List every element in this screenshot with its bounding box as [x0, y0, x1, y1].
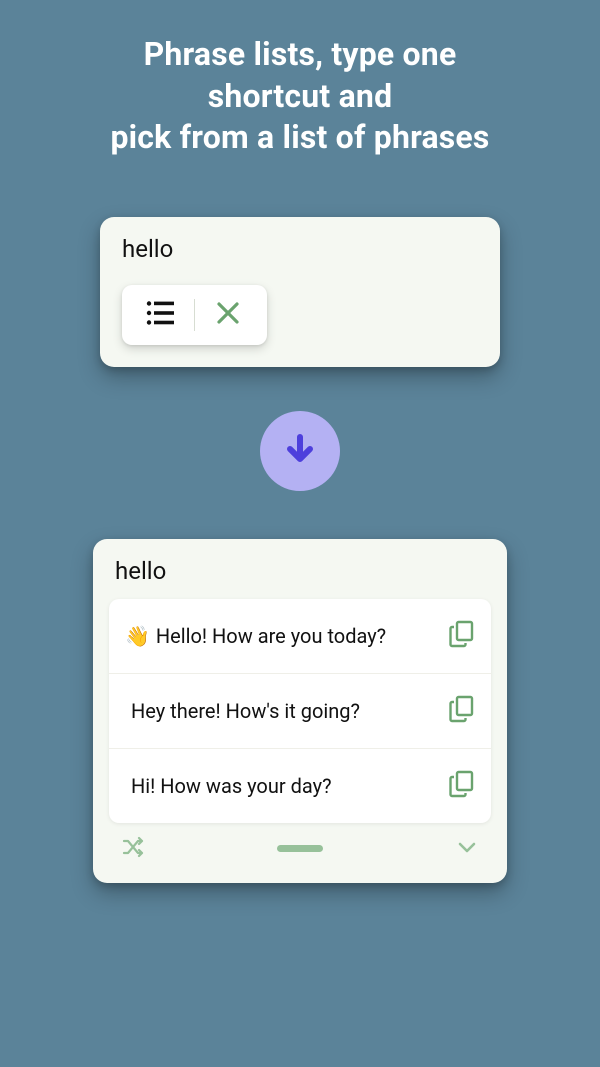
phrase-item[interactable]: Hi! How was your day?	[109, 749, 491, 823]
phrase-item[interactable]: Hey there! How's it going?	[109, 674, 491, 749]
suggestion-toolbar	[122, 285, 267, 345]
phrase-label: Hey there! How's it going?	[131, 699, 360, 723]
phrase-list: 👋 Hello! How are you today? Hey there! H…	[109, 599, 491, 823]
drag-handle[interactable]	[277, 845, 323, 852]
arrow-down-icon	[280, 429, 320, 473]
expand-button[interactable]	[455, 835, 479, 863]
copy-button[interactable]	[447, 771, 477, 801]
close-icon	[215, 300, 241, 330]
headline: Phrase lists, type one shortcut and pick…	[110, 34, 489, 159]
typed-shortcut-text: hello	[122, 235, 484, 263]
shuffle-icon	[121, 844, 145, 863]
copy-icon	[449, 770, 475, 802]
chevron-down-icon	[455, 844, 479, 863]
copy-icon	[449, 620, 475, 652]
phrase-emoji: 👋	[125, 624, 150, 648]
phrase-text: Hey there! How's it going?	[125, 699, 360, 723]
phrase-list-footer	[109, 827, 491, 867]
shuffle-button[interactable]	[121, 835, 145, 863]
arrow-down-indicator	[260, 411, 340, 491]
copy-button[interactable]	[447, 696, 477, 726]
copy-icon	[449, 695, 475, 727]
copy-button[interactable]	[447, 621, 477, 651]
phrase-label: Hello! How are you today?	[156, 624, 386, 648]
phrase-item[interactable]: 👋 Hello! How are you today?	[109, 599, 491, 674]
phrase-text: 👋 Hello! How are you today?	[125, 624, 386, 648]
toolbar-divider	[194, 299, 195, 331]
list-button[interactable]	[138, 295, 184, 335]
shortcut-input-card: hello	[100, 217, 500, 367]
headline-line-2: shortcut and	[110, 76, 489, 118]
headline-line-3: pick from a list of phrases	[110, 117, 489, 159]
close-button[interactable]	[205, 295, 251, 335]
phrase-label: Hi! How was your day?	[131, 774, 332, 798]
phrase-list-card: hello 👋 Hello! How are you today? Hey th…	[93, 539, 507, 883]
typed-shortcut-text-2: hello	[115, 557, 491, 585]
headline-line-1: Phrase lists, type one	[110, 34, 489, 76]
phrase-text: Hi! How was your day?	[125, 774, 332, 798]
list-icon	[146, 300, 176, 330]
